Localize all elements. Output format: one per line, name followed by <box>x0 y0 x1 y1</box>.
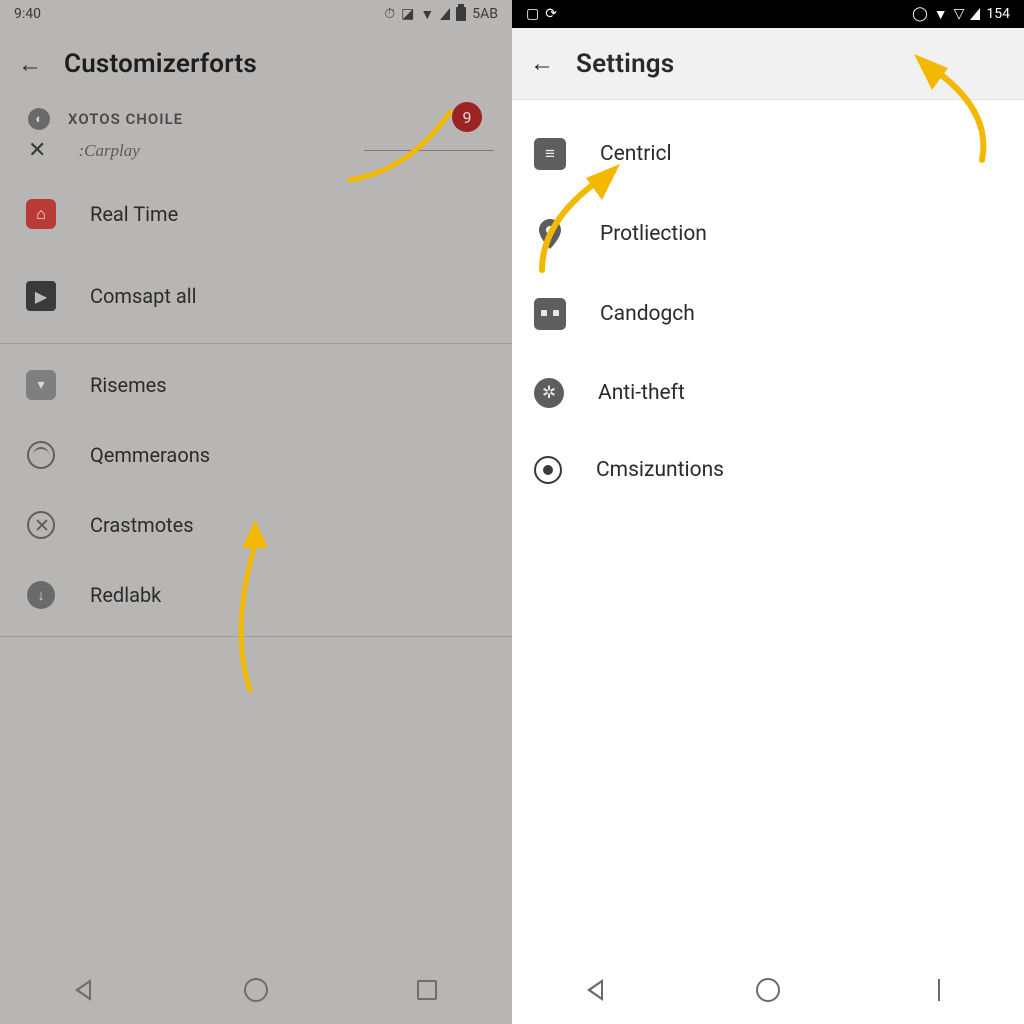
signal-icon: ◪ <box>401 6 414 22</box>
subrow-label: :Carplay <box>78 141 139 161</box>
globe-icon: ◐ <box>28 108 50 130</box>
status-bar-left: 9:40 ⏱ ◪ ▼ 5AB <box>0 0 512 28</box>
list-item-protection[interactable]: Protliection <box>512 194 1024 274</box>
nav-recent-button[interactable] <box>919 970 959 1010</box>
battery-icon <box>456 7 466 21</box>
list-item-centricl[interactable]: ≡ Centricl <box>512 114 1024 194</box>
notification-badge[interactable]: 9 <box>452 102 482 132</box>
list-item-risemes[interactable]: ▾ Risemes <box>0 350 512 420</box>
item-label: Risemes <box>90 373 167 397</box>
apps-icon <box>534 298 566 330</box>
battery-label: 5AB <box>472 6 498 22</box>
item-label: Real Time <box>90 202 178 226</box>
nav-back-button[interactable] <box>577 970 617 1010</box>
list-item-crastmotes[interactable]: Crastmotes <box>0 490 512 560</box>
android-navbar-right <box>512 956 1024 1024</box>
item-label: Anti-theft <box>598 381 685 405</box>
sync-icon: ⟳ <box>545 6 557 22</box>
subrow-carplay[interactable]: ✕ :Carplay <box>0 132 512 173</box>
sim-icon: ▢ <box>526 6 539 22</box>
list-item-qemmeraons[interactable]: Qemmeraons <box>0 420 512 490</box>
cell-icon <box>440 8 450 20</box>
status-icons-right-left: ▢ ⟳ <box>526 6 557 22</box>
folder-icon: ▶ <box>26 281 56 311</box>
list-item-redlabk[interactable]: ↓ Redlabk <box>0 560 512 630</box>
item-label: Comsapt all <box>90 284 197 308</box>
item-label: Protliection <box>600 222 707 246</box>
divider <box>0 636 512 637</box>
circle-icon: ◯ <box>912 6 928 22</box>
nav-recent-button[interactable] <box>407 970 447 1010</box>
list-item-antitheft[interactable]: ✲ Anti-theft <box>512 354 1024 432</box>
cell-icon <box>970 8 980 20</box>
nav-home-button[interactable] <box>236 970 276 1010</box>
battery-label: 154 <box>986 6 1010 22</box>
download-icon: ↓ <box>27 581 55 609</box>
x-icon: ✕ <box>28 138 46 163</box>
shield-icon: ⌂ <box>26 199 56 229</box>
status-icons-left: ⏱ ◪ ▼ 5AB <box>384 6 498 23</box>
left-screenshot: 9:40 ⏱ ◪ ▼ 5AB ← Customizerforts ◐ XOTOS… <box>0 0 512 1024</box>
circle-x-icon <box>27 511 55 539</box>
android-navbar-left <box>0 956 512 1024</box>
item-label: Candogch <box>600 302 695 326</box>
back-button[interactable]: ← <box>530 49 554 78</box>
wifi-icon: ▼ <box>934 6 948 23</box>
wifi2-icon: ▽ <box>954 6 965 22</box>
page-title: Customizerforts <box>64 49 257 79</box>
list-item-comsapt[interactable]: ▶ Comsapt all <box>0 255 512 337</box>
back-button[interactable]: ← <box>18 50 42 79</box>
appbar-left: ← Customizerforts <box>0 28 512 100</box>
right-screenshot: ▢ ⟳ ◯ ▼ ▽ 154 ← Settings ≡ Centricl Prot… <box>512 0 1024 1024</box>
settings-list-right: ≡ Centricl Protliection Candogch ✲ Anti-… <box>512 100 1024 508</box>
status-bar-right: ▢ ⟳ ◯ ▼ ▽ 154 <box>512 0 1024 28</box>
item-label: Redlabk <box>90 583 161 607</box>
divider <box>0 343 512 344</box>
settings-list-left: ⌂ Real Time ▶ Comsapt all ▾ Risemes Qemm… <box>0 173 512 643</box>
page-title: Settings <box>576 49 674 79</box>
subrow-rule <box>364 150 494 151</box>
status-time: 9:40 <box>14 6 41 22</box>
item-label: Qemmeraons <box>90 443 210 467</box>
item-label: Crastmotes <box>90 513 194 537</box>
list-icon: ≡ <box>534 138 566 170</box>
list-item-realtime[interactable]: ⌂ Real Time <box>0 173 512 255</box>
nav-home-button[interactable] <box>748 970 788 1010</box>
pin-icon <box>534 218 566 250</box>
item-label: Cmsizuntions <box>596 458 724 482</box>
status-icons-right: ◯ ▼ ▽ 154 <box>912 6 1010 23</box>
nav-back-button[interactable] <box>65 970 105 1010</box>
dome-icon <box>27 441 55 469</box>
appbar-right: ← Settings <box>512 28 1024 100</box>
alarm-icon: ⏱ <box>384 6 395 22</box>
list-item-candogch[interactable]: Candogch <box>512 274 1024 354</box>
gear-icon: ✲ <box>534 378 564 408</box>
radio-icon <box>534 456 562 484</box>
chevron-down-icon: ▾ <box>26 370 56 400</box>
section-header: ◐ XOTOS CHOILE 9 <box>0 100 512 132</box>
item-label: Centricl <box>600 142 672 166</box>
list-item-cmsizuntions[interactable]: Cmsizuntions <box>512 432 1024 508</box>
wifi-icon: ▼ <box>420 6 434 23</box>
section-label: XOTOS CHOILE <box>68 110 183 128</box>
